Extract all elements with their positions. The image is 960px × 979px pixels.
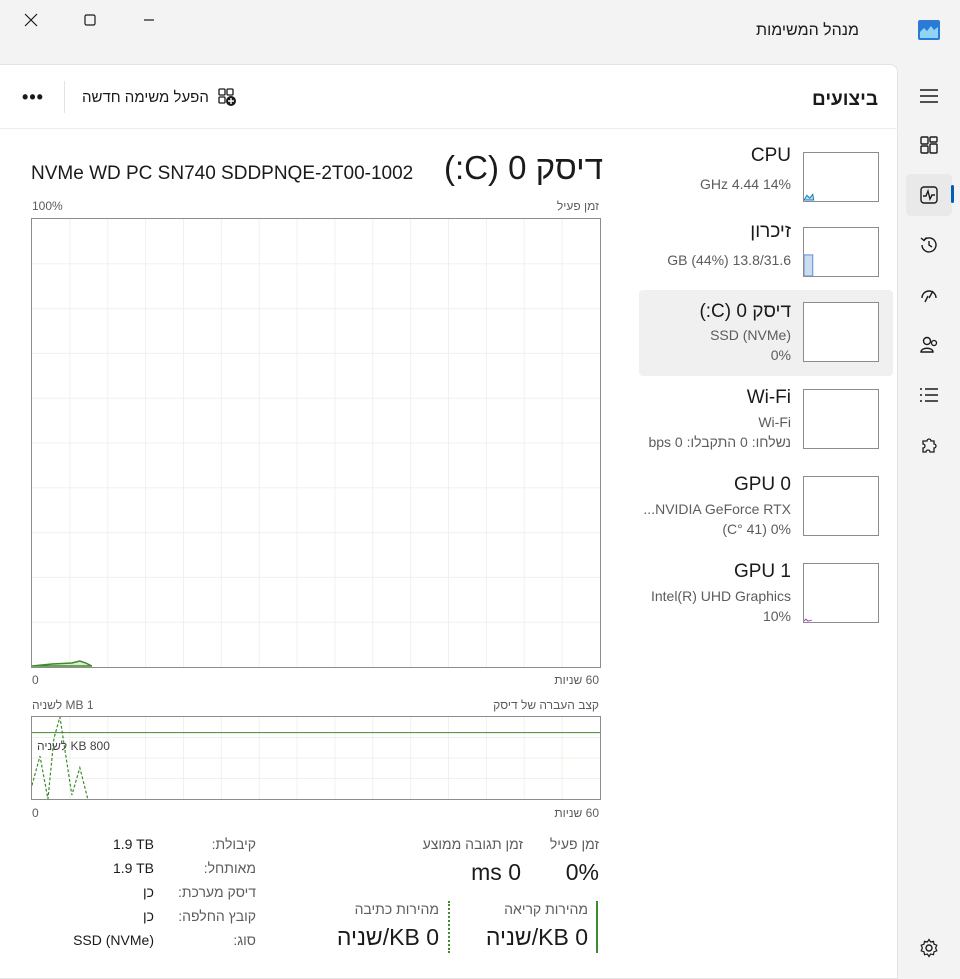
resource-usage: 10%	[762, 608, 791, 624]
performance-icon	[920, 186, 938, 204]
resource-name: GPU 1	[733, 561, 791, 582]
read-speed-value: 0 KB/שניה	[485, 924, 588, 950]
system-disk-value: כן	[143, 884, 154, 900]
resource-detail: 13.8/31.6 GB (44%)	[667, 252, 791, 268]
close-icon	[24, 13, 38, 27]
nav-startup-apps[interactable]	[906, 274, 952, 316]
active-time-label: זמן פעיל	[549, 836, 599, 852]
resource-usage: 0% (41 °C)	[722, 521, 791, 537]
resource-detail: 14% 4.44 GHz	[699, 176, 791, 192]
settings-gear-icon	[920, 938, 938, 958]
nav-services[interactable]	[906, 424, 952, 466]
resource-detail: NVIDIA GeForce RTX...	[643, 501, 791, 517]
write-speed-value: 0 KB/שניה	[336, 924, 439, 950]
resource-name: Wi-Fi	[746, 387, 791, 408]
capacity-value: 1.9 TB	[113, 836, 154, 852]
cpu-thumbnail-graph	[803, 152, 879, 202]
disk-model: NVMe WD PC SN740 SDDPNQE-2T00-1002	[31, 163, 414, 184]
nav-details[interactable]	[906, 374, 952, 416]
disk-title: דיסק 0 (C:)	[443, 149, 603, 186]
read-speed-label: מהירות קריאה	[504, 901, 588, 917]
app-title: מנהל המשימות	[756, 22, 859, 39]
nav-app-history[interactable]	[906, 224, 952, 266]
write-speed-marker	[448, 901, 450, 953]
transfer-graph-label: קצב העברה של דיסק	[493, 698, 599, 712]
resource-gpu-1[interactable]: GPU 1 Intel(R) UHD Graphics 10%	[639, 561, 893, 647]
resource-detail: Wi-Fi	[758, 414, 791, 430]
system-disk-label: דיסק מערכת:	[177, 884, 256, 900]
maximize-button[interactable]	[61, 0, 119, 40]
response-time-label: זמן תגובה ממוצע	[422, 836, 523, 852]
memory-thumbnail-graph	[803, 227, 879, 277]
resource-detail: SSD (NVMe)	[710, 327, 791, 343]
resource-wifi[interactable]: Wi-Fi Wi-Fi נשלחו: 0 התקבלו: 0 bps	[639, 387, 893, 473]
resource-throughput: נשלחו: 0 התקבלו: 0 bps	[648, 434, 791, 450]
active-graph-max-label: 100%	[32, 199, 63, 213]
response-time-value: 0 ms	[471, 859, 521, 885]
minimize-button[interactable]	[120, 0, 178, 40]
nav-settings[interactable]	[906, 927, 952, 969]
nav-processes[interactable]	[906, 124, 952, 166]
nav-active-indicator	[951, 185, 954, 203]
processes-icon	[920, 136, 938, 154]
run-new-task-button[interactable]: הפעל משימה חדשה	[82, 83, 237, 111]
minimize-icon	[144, 19, 154, 21]
navigation-rail	[898, 64, 960, 979]
resource-gpu-0[interactable]: GPU 0 NVIDIA GeForce RTX... 0% (41 °C)	[639, 474, 893, 560]
users-icon	[920, 336, 938, 353]
capacity-label: קיבולת:	[211, 836, 256, 852]
transfer-graph-mark-label: 800 KB לשניה	[37, 739, 110, 753]
active-graph-min-label: 0	[32, 673, 39, 687]
startup-icon	[921, 290, 937, 303]
services-puzzle-icon	[922, 438, 937, 453]
transfer-graph-timespan: 60 שניות	[554, 806, 599, 820]
active-graph-label: זמן פעיל	[556, 199, 599, 213]
page-file-value: כן	[143, 908, 154, 924]
resource-cpu[interactable]: CPU 14% 4.44 GHz	[639, 145, 893, 231]
active-time-value: 0%	[565, 859, 599, 885]
hamburger-icon	[920, 89, 938, 103]
read-speed-marker	[596, 901, 598, 953]
transfer-graph-max-label: 1 MB לשניה	[32, 698, 94, 712]
write-speed-label: מהירות כתיבה	[354, 901, 439, 917]
close-button[interactable]	[2, 0, 60, 40]
resource-name: זיכרון	[750, 221, 791, 242]
type-label: סוג:	[233, 932, 256, 948]
run-new-task-label: הפעל משימה חדשה	[82, 88, 209, 106]
history-icon	[920, 237, 937, 253]
gpu1-thumbnail-graph	[803, 563, 879, 623]
active-graph-timespan: 60 שניות	[554, 673, 599, 687]
title-bar: מנהל המשימות	[0, 0, 960, 64]
resource-name: דיסק 0 (C:)	[699, 301, 791, 322]
new-task-icon	[218, 88, 236, 106]
resource-disk-0[interactable]: דיסק 0 (C:) SSD (NVMe) 0%	[639, 290, 893, 376]
active-time-graph	[31, 218, 601, 668]
transfer-rate-graph	[31, 716, 601, 800]
details-list-icon	[920, 388, 938, 402]
nav-performance[interactable]	[906, 174, 952, 216]
formatted-label: מאותחל:	[203, 860, 256, 876]
more-options-button[interactable]: •••	[16, 83, 50, 111]
maximize-icon	[84, 14, 96, 26]
type-value: SSD (NVMe)	[73, 932, 154, 948]
header-divider	[64, 81, 65, 113]
resource-name: GPU 0	[733, 474, 791, 495]
transfer-graph-min-label: 0	[32, 806, 39, 820]
page-header: ביצועים הפעל משימה חדשה •••	[0, 65, 898, 129]
resource-usage: 0%	[770, 347, 791, 363]
formatted-value: 1.9 TB	[113, 860, 154, 876]
main-panel: ביצועים הפעל משימה חדשה ••• CPU 14% 4.44…	[0, 64, 898, 979]
resource-name: CPU	[750, 145, 791, 166]
task-manager-app-icon	[918, 20, 940, 40]
wifi-thumbnail-graph	[803, 389, 879, 449]
nav-users[interactable]	[906, 324, 952, 366]
page-file-label: קובץ החלפה:	[178, 908, 256, 924]
resource-detail: Intel(R) UHD Graphics	[650, 588, 791, 604]
nav-menu-button[interactable]	[906, 75, 952, 117]
disk-thumbnail-graph	[803, 302, 879, 362]
page-title: ביצועים	[812, 89, 878, 110]
gpu0-thumbnail-graph	[803, 476, 879, 536]
